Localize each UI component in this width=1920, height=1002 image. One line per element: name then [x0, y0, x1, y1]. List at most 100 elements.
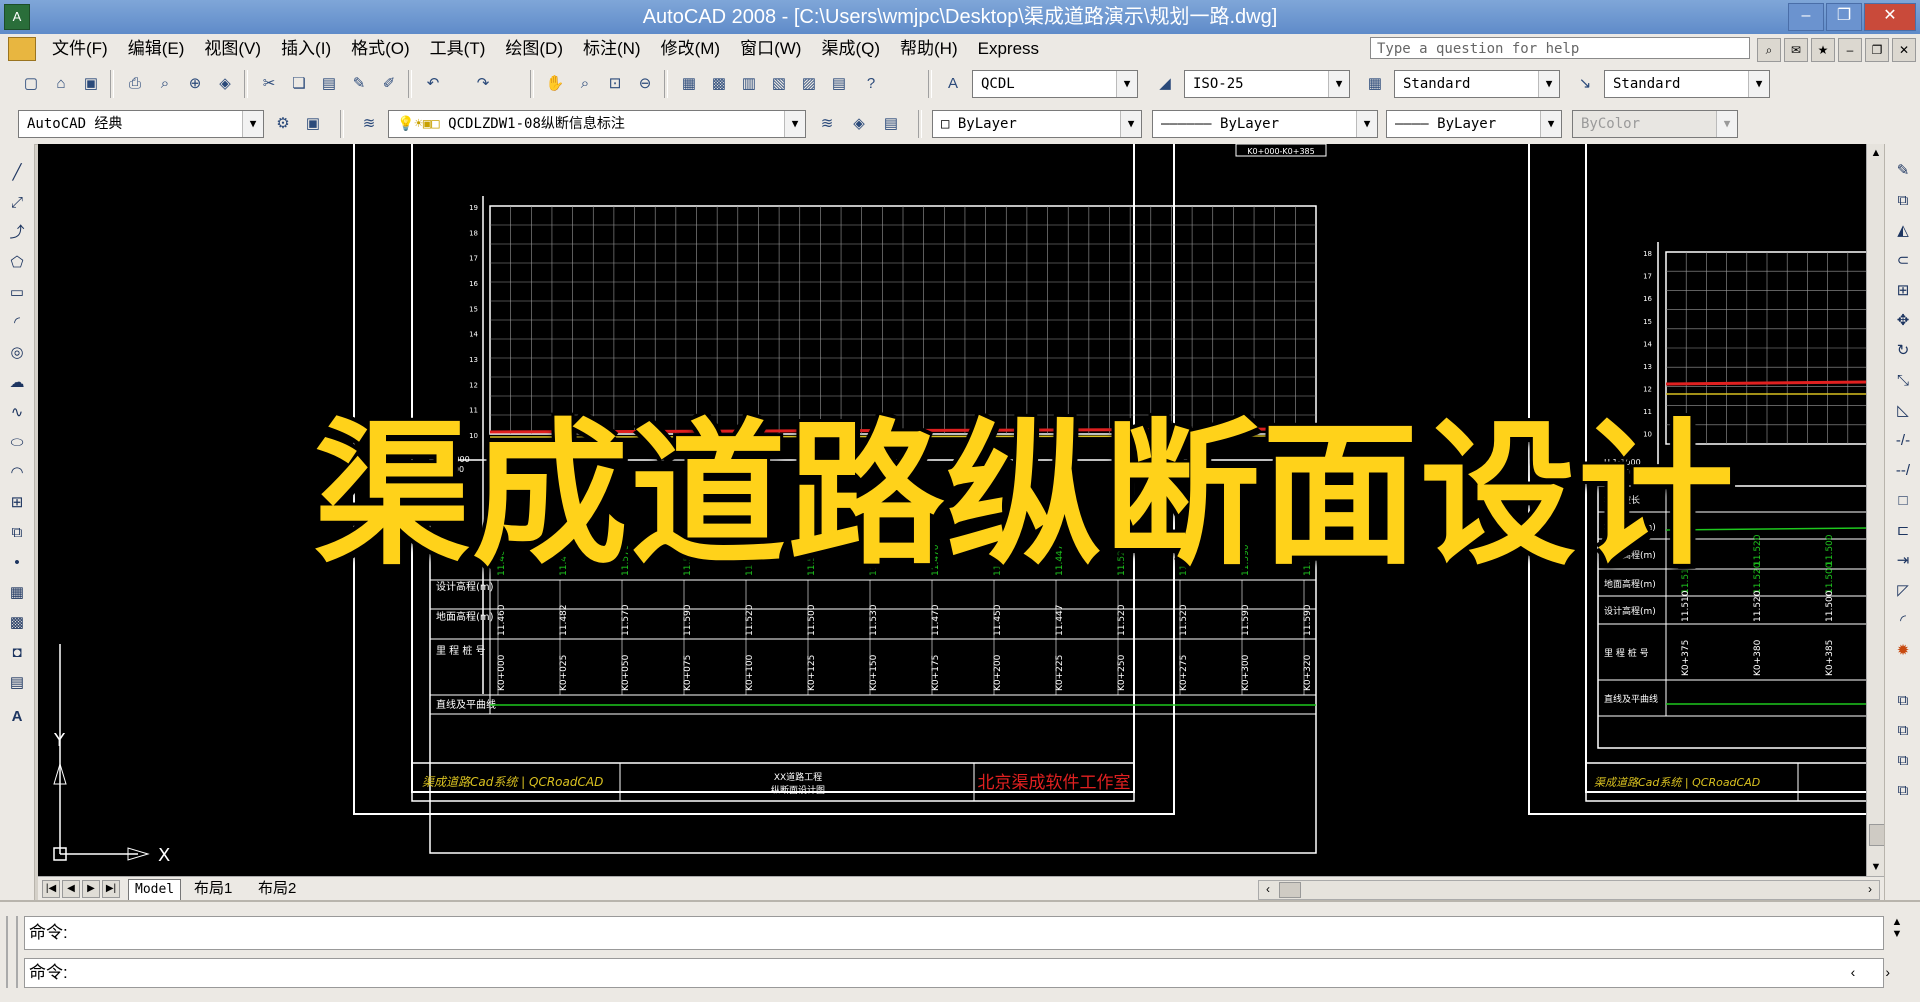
layer-manager-icon[interactable]: ≋ — [356, 111, 382, 137]
properties-icon[interactable]: ▦ — [676, 71, 702, 97]
erase-icon[interactable]: ✎ — [1890, 158, 1916, 184]
undo-icon[interactable]: ↶ — [420, 71, 446, 97]
extend-icon[interactable]: --/ — [1890, 458, 1916, 484]
table-style-select[interactable]: Standard ▼ — [1394, 70, 1560, 98]
menu-view[interactable]: 视图(V) — [194, 34, 271, 64]
command-input[interactable]: 命令: — [24, 958, 1884, 988]
command-window-grip[interactable] — [6, 916, 18, 988]
point-icon[interactable]: • — [4, 550, 30, 576]
tool-palettes-icon[interactable]: ▥ — [736, 71, 762, 97]
markup-icon[interactable]: ▨ — [796, 71, 822, 97]
document-menu-icon[interactable] — [8, 37, 36, 61]
layer-previous-icon[interactable]: ◈ — [846, 111, 872, 137]
help-search-input[interactable]: Type a question for help — [1370, 37, 1750, 59]
pan-icon[interactable]: ✋ — [542, 71, 568, 97]
copy-object-icon[interactable]: ⧉ — [1890, 188, 1916, 214]
ellipse-icon[interactable]: ⬭ — [4, 430, 30, 456]
dim-style-select[interactable]: ISO-25 ▼ — [1184, 70, 1350, 98]
workspace-select[interactable]: AutoCAD 经典 ▼ — [18, 110, 264, 138]
doc-minimize-button[interactable]: – — [1838, 38, 1862, 62]
next-tab-icon[interactable]: ▶ — [82, 880, 100, 898]
make-current-layer-icon[interactable]: ≋ — [814, 111, 840, 137]
hatch-icon[interactable]: ▦ — [4, 580, 30, 606]
menu-draw[interactable]: 绘图(D) — [495, 34, 573, 64]
polygon-icon[interactable]: ⬠ — [4, 250, 30, 276]
cut-icon[interactable]: ✂ — [256, 71, 282, 97]
scroll-thumb[interactable] — [1869, 824, 1885, 846]
block-editor-icon[interactable]: ✐ — [376, 71, 402, 97]
layer-select[interactable]: 💡☀▣□ QCDLZDW1-08纵断信息标注 ▼ — [388, 110, 806, 138]
calculator-icon[interactable]: ▤ — [826, 71, 852, 97]
menu-file[interactable]: 文件(F) — [42, 34, 118, 64]
construction-line-icon[interactable]: ⤢ — [4, 190, 30, 216]
draworder-above-icon[interactable]: ⧉ — [1890, 748, 1916, 774]
circle-icon[interactable]: ◎ — [4, 340, 30, 366]
join-icon[interactable]: ⇥ — [1890, 548, 1916, 574]
match-properties-icon[interactable]: ✎ — [346, 71, 372, 97]
fillet-icon[interactable]: ◜ — [1890, 608, 1916, 634]
mirror-icon[interactable]: ◭ — [1890, 218, 1916, 244]
ellipse-arc-icon[interactable]: ◠ — [4, 460, 30, 486]
move-icon[interactable]: ✥ — [1890, 308, 1916, 334]
scroll-down-icon[interactable]: ▼ — [1867, 858, 1885, 876]
table-icon[interactable]: ▤ — [4, 670, 30, 696]
zoom-previous-icon[interactable]: ⊖ — [632, 71, 658, 97]
multileader-style-icon[interactable]: ↘ — [1572, 71, 1598, 97]
multiline-text-icon[interactable]: A — [4, 704, 30, 730]
draworder-back-icon[interactable]: ⧉ — [1890, 718, 1916, 744]
restore-button[interactable]: ❐ — [1826, 3, 1862, 31]
scale-icon[interactable]: ⤡ — [1890, 368, 1916, 394]
search-icon[interactable]: ⌕ — [1757, 38, 1781, 62]
workspace-settings-icon[interactable]: ⚙ — [270, 111, 296, 137]
lineweight-select[interactable]: ———— ByLayer ▼ — [1386, 110, 1562, 138]
scroll-right-icon[interactable]: › — [1861, 881, 1879, 897]
rectangle-icon[interactable]: ▭ — [4, 280, 30, 306]
first-tab-icon[interactable]: |◀ — [42, 880, 60, 898]
command-scroll-icon[interactable]: ▲ ▼ — [1888, 916, 1906, 950]
tab-layout1[interactable]: 布局1 — [188, 879, 238, 899]
menu-insert[interactable]: 插入(I) — [271, 34, 341, 64]
menu-tools[interactable]: 工具(T) — [420, 34, 496, 64]
sheet-set-icon[interactable]: ▧ — [766, 71, 792, 97]
line-icon[interactable]: ╱ — [4, 160, 30, 186]
minimize-button[interactable]: – — [1788, 3, 1824, 31]
revision-cloud-icon[interactable]: ☁ — [4, 370, 30, 396]
offset-icon[interactable]: ⊂ — [1890, 248, 1916, 274]
publish-icon[interactable]: ⊕ — [182, 71, 208, 97]
color-select[interactable]: □ ByLayer ▼ — [932, 110, 1142, 138]
prev-tab-icon[interactable]: ◀ — [62, 880, 80, 898]
explode-icon[interactable]: ✹ — [1890, 638, 1916, 664]
horizontal-scrollbar[interactable]: ‹ › — [1258, 880, 1880, 900]
tab-model[interactable]: Model — [128, 879, 182, 901]
command-scroll-right-icon[interactable]: › — [1885, 964, 1890, 980]
polyline-icon[interactable]: ⤴ — [4, 220, 30, 246]
dim-style-icon[interactable]: ◢ — [1152, 71, 1178, 97]
array-icon[interactable]: ⊞ — [1890, 278, 1916, 304]
rotate-icon[interactable]: ↻ — [1890, 338, 1916, 364]
vertical-scrollbar[interactable]: ▲ ▼ — [1866, 144, 1885, 876]
copy-icon[interactable]: ❏ — [286, 71, 312, 97]
arc-icon[interactable]: ◜ — [4, 310, 30, 336]
menu-help[interactable]: 帮助(H) — [890, 34, 968, 64]
workspace-save-icon[interactable]: ▣ — [300, 111, 326, 137]
layer-states-icon[interactable]: ▤ — [878, 111, 904, 137]
menu-format[interactable]: 格式(O) — [341, 34, 420, 64]
menu-qucheng[interactable]: 渠成(Q) — [811, 34, 890, 64]
menu-dimension[interactable]: 标注(N) — [573, 34, 651, 64]
zoom-window-icon[interactable]: ⊡ — [602, 71, 628, 97]
multileader-style-select[interactable]: Standard ▼ — [1604, 70, 1770, 98]
last-tab-icon[interactable]: ▶| — [102, 880, 120, 898]
draworder-front-icon[interactable]: ⧉ — [1890, 688, 1916, 714]
menu-edit[interactable]: 编辑(E) — [118, 34, 195, 64]
paste-icon[interactable]: ▤ — [316, 71, 342, 97]
make-block-icon[interactable]: ⧉ — [4, 520, 30, 546]
scroll-left-icon[interactable]: ‹ — [1259, 881, 1277, 897]
doc-restore-button[interactable]: ❐ — [1865, 38, 1889, 62]
menu-express[interactable]: Express — [968, 34, 1049, 64]
insert-block-icon[interactable]: ⊞ — [4, 490, 30, 516]
plot-icon[interactable]: ⎙ — [122, 71, 148, 97]
zoom-realtime-icon[interactable]: ⌕ — [572, 71, 598, 97]
trim-icon[interactable]: -/- — [1890, 428, 1916, 454]
plot-preview-icon[interactable]: ⌕ — [152, 71, 178, 97]
stretch-icon[interactable]: ◺ — [1890, 398, 1916, 424]
